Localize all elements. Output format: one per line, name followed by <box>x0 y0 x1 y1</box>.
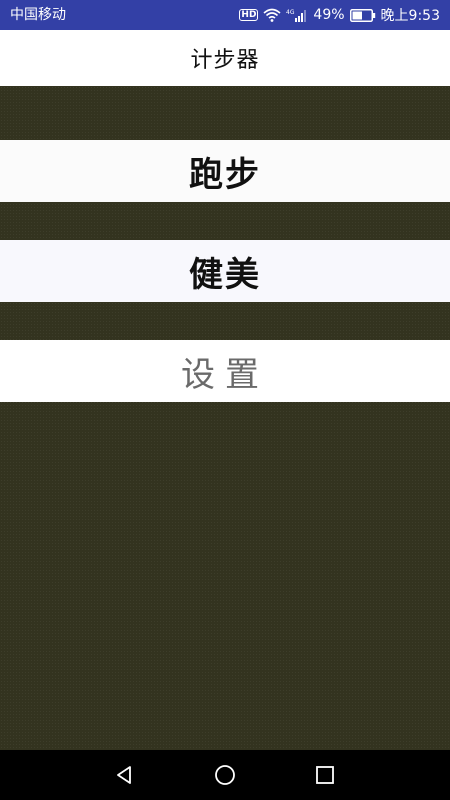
battery-percent: 49% <box>313 7 345 23</box>
back-button[interactable] <box>95 750 155 800</box>
home-button[interactable] <box>195 750 255 800</box>
status-bar: 中国移动 HD 4G 49% 晚上9:53 <box>0 0 450 30</box>
app-title-bar: 计步器 <box>0 30 450 86</box>
run-button[interactable]: 跑步 <box>0 140 450 202</box>
navigation-bar <box>0 750 450 800</box>
signal-icon: 4G <box>286 8 308 22</box>
status-icons: HD 4G 49% 晚上9:53 <box>239 0 440 30</box>
settings-button[interactable]: 设置 <box>0 340 450 402</box>
network-type-label: 4G <box>286 9 295 16</box>
hd-icon: HD <box>239 9 259 21</box>
clock: 晚上9:53 <box>380 8 440 24</box>
fitness-button[interactable]: 健美 <box>0 240 450 302</box>
battery-icon <box>349 8 376 22</box>
wifi-icon <box>263 8 281 22</box>
recent-apps-button[interactable] <box>295 750 355 800</box>
fitness-button-label: 健美 <box>189 254 261 295</box>
main-content: 跑步 健美 设置 <box>0 86 450 750</box>
home-icon <box>215 765 235 785</box>
back-icon <box>117 766 131 784</box>
page-title: 计步器 <box>190 48 260 73</box>
recent-apps-icon <box>316 766 334 784</box>
carrier-name: 中国移动 <box>10 7 66 23</box>
settings-button-label: 设置 <box>181 354 269 395</box>
run-button-label: 跑步 <box>189 154 261 195</box>
